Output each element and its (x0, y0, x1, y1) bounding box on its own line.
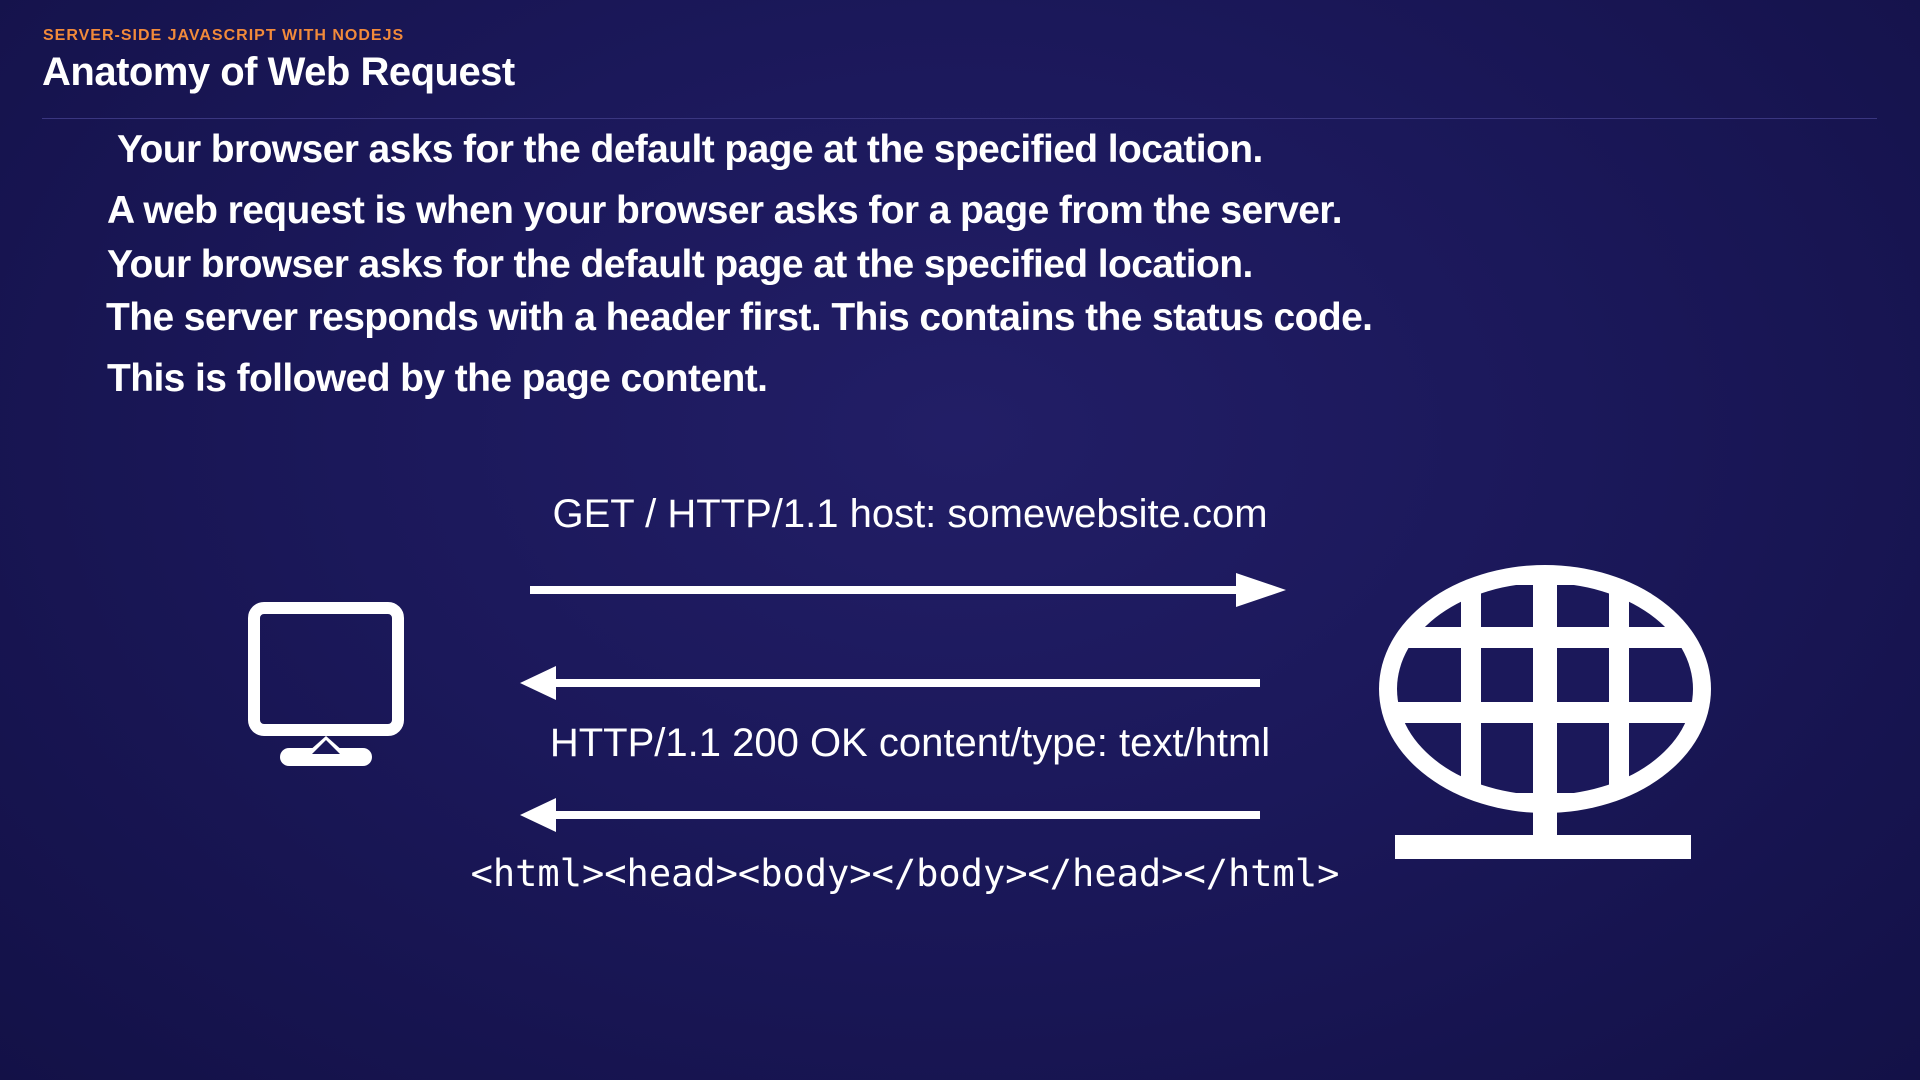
response-body-label: <html><head><body></body></head></html> (470, 852, 1340, 895)
bullet-text: Your browser asks for the default page a… (107, 243, 1253, 286)
bullet-text: The server responds with a header first.… (106, 296, 1373, 339)
title-divider (42, 118, 1877, 119)
bullet-text: Your browser asks for the default page a… (117, 128, 1263, 171)
slide-title: Anatomy of Web Request (42, 50, 515, 94)
response-body-arrow (520, 798, 1260, 832)
globe-icon (1379, 565, 1711, 859)
response-header-arrow (520, 666, 1260, 700)
bullet-text: This is followed by the page content. (107, 357, 768, 400)
bullet-text: A web request is when your browser asks … (107, 189, 1343, 232)
course-kicker: SERVER-SIDE JAVASCRIPT WITH NODEJS (43, 27, 405, 44)
request-arrow (530, 573, 1286, 607)
request-label: GET / HTTP/1.1 host: somewebsite.com (552, 492, 1268, 536)
monitor-icon (248, 602, 404, 766)
response-header-label: HTTP/1.1 200 OK content/type: text/html (549, 721, 1271, 765)
